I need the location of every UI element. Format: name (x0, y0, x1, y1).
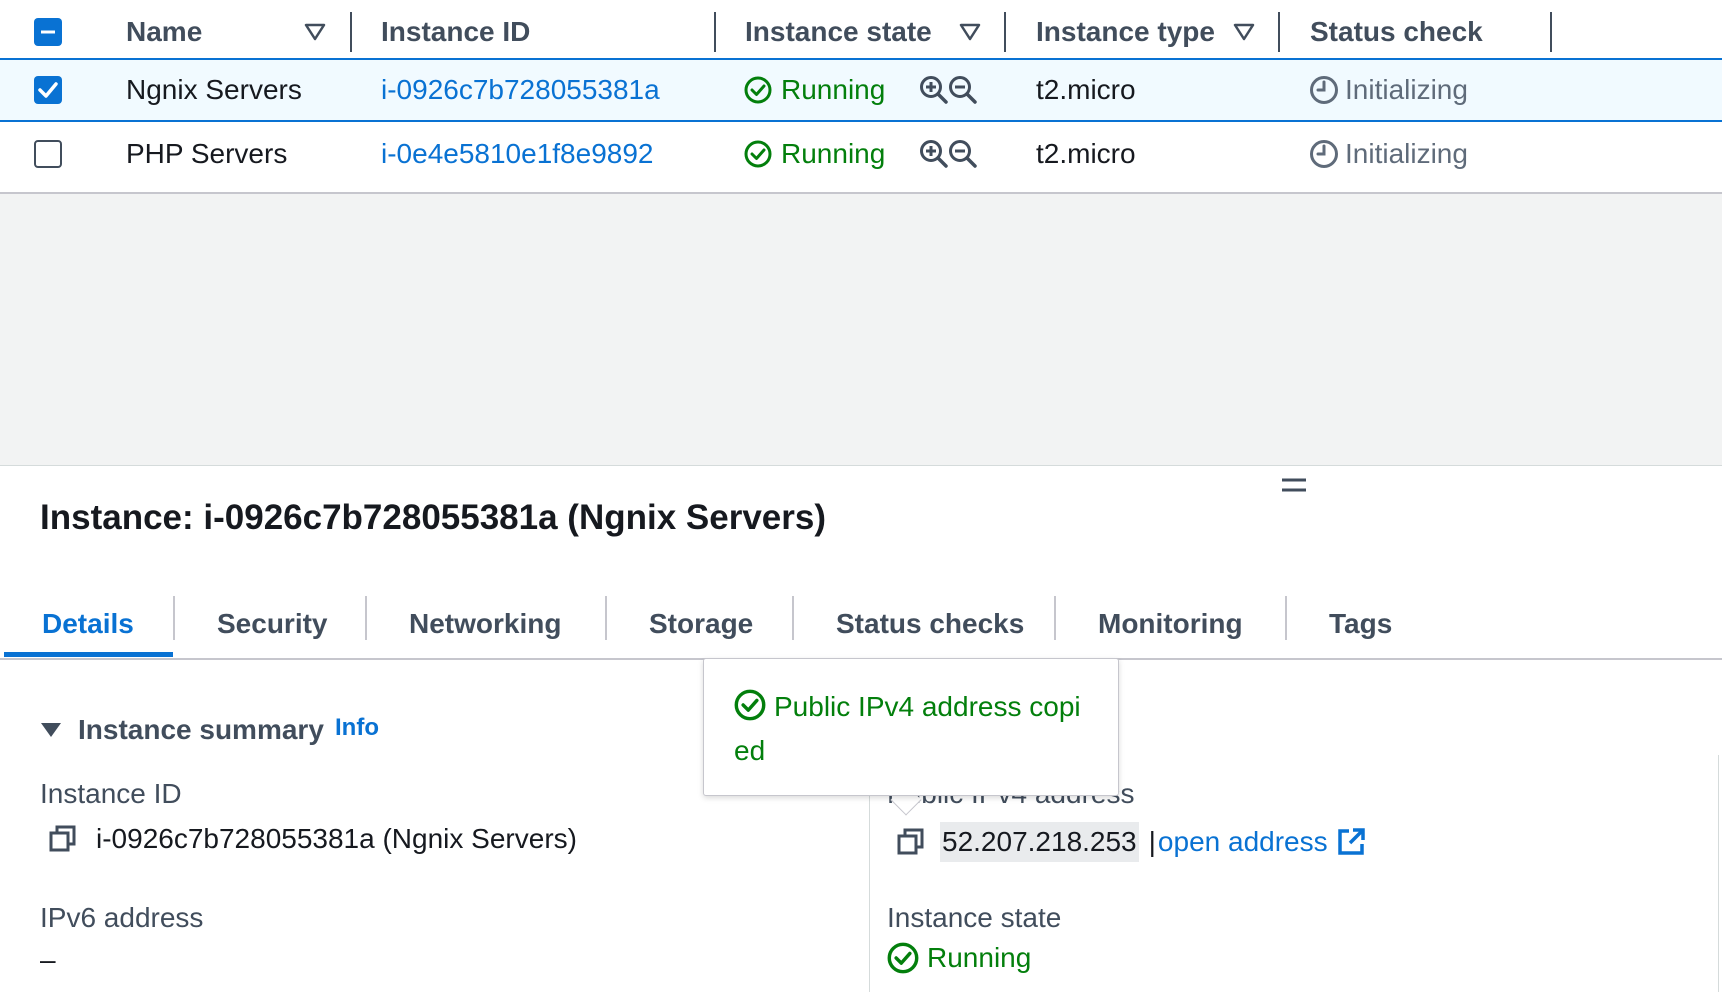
separator: | (1148, 826, 1156, 857)
tab-divider (365, 596, 367, 640)
instances-table: Name Instance ID Instance state Instance… (0, 0, 1722, 194)
column-divider (1718, 755, 1719, 992)
public-ipv4-value-row: 52.207.218.253 | open address (896, 820, 1366, 864)
instance-summary-toggle[interactable]: Instance summary (40, 710, 324, 750)
column-header-instance-type[interactable]: Instance type (1036, 0, 1215, 64)
tab-divider (1285, 596, 1287, 640)
tab-security[interactable]: Security (217, 590, 328, 658)
select-all-checkbox[interactable] (34, 18, 62, 46)
row-checkbox[interactable] (34, 140, 62, 168)
clock-icon (1310, 140, 1338, 168)
tab-networking[interactable]: Networking (409, 590, 561, 658)
zoom-out-icon[interactable] (948, 139, 978, 169)
column-resizer[interactable] (1004, 12, 1006, 52)
row-checkbox[interactable] (34, 76, 62, 104)
table-row[interactable]: PHP Servers i-0e4e5810e1f8e9892 Running … (0, 124, 1722, 188)
tab-storage[interactable]: Storage (649, 590, 753, 658)
instance-name: Ngnix Servers (126, 74, 302, 105)
tab-divider (173, 596, 175, 640)
panel-title: Instance: i-0926c7b728055381a (Ngnix Ser… (40, 498, 827, 537)
instance-state: Running (781, 74, 886, 105)
info-link[interactable]: Info (335, 714, 379, 742)
caret-down-icon (41, 723, 61, 737)
instance-id-link[interactable]: i-0e4e5810e1f8e9892 (381, 124, 653, 184)
copied-popover: Public IPv4 address copied (703, 658, 1119, 796)
public-ipv4-value: 52.207.218.253 (940, 822, 1139, 862)
ipv6-value: – (40, 944, 56, 975)
instance-type: t2.micro (1036, 138, 1136, 169)
zoom-in-icon[interactable] (919, 75, 949, 105)
check-circle-icon (887, 942, 919, 974)
external-link-icon[interactable] (1336, 827, 1366, 857)
zoom-in-icon[interactable] (919, 139, 949, 169)
tab-tags[interactable]: Tags (1329, 590, 1392, 658)
active-tab-indicator (4, 652, 173, 657)
table-empty-area (0, 194, 1722, 466)
instance-name: PHP Servers (126, 138, 288, 169)
instance-type: t2.micro (1036, 74, 1136, 105)
copy-icon[interactable] (896, 827, 926, 857)
column-header-instance-id[interactable]: Instance ID (381, 0, 530, 64)
instance-id-link[interactable]: i-0926c7b728055381a (381, 60, 660, 120)
column-header-name[interactable]: Name (126, 0, 202, 64)
column-resizer[interactable] (350, 12, 352, 52)
instance-state-label: Instance state (887, 902, 1062, 933)
column-resizer[interactable] (714, 12, 716, 52)
status-check: Initializing (1345, 138, 1468, 169)
copy-icon[interactable] (48, 824, 78, 854)
table-header: Name Instance ID Instance state Instance… (0, 0, 1722, 64)
column-resizer[interactable] (1278, 12, 1280, 52)
instance-id-value: i-0926c7b728055381a (Ngnix Servers) (96, 823, 577, 854)
tab-divider (1054, 596, 1056, 640)
instance-id-value-row: i-0926c7b728055381a (Ngnix Servers) (48, 820, 577, 858)
check-circle-icon (744, 140, 772, 168)
section-title: Instance summary (78, 714, 324, 745)
instance-state-value: Running (927, 942, 1032, 973)
zoom-out-icon[interactable] (948, 75, 978, 105)
resize-handle-icon[interactable] (1282, 478, 1306, 492)
instance-state-value-row: Running (887, 942, 1031, 974)
tab-details[interactable]: Details (42, 590, 134, 658)
sort-down-icon[interactable] (1233, 22, 1255, 42)
instance-state: Running (781, 138, 886, 169)
tab-divider (605, 596, 607, 640)
column-header-status-check[interactable]: Status check (1310, 0, 1483, 64)
sort-down-icon[interactable] (304, 22, 326, 42)
tab-divider (792, 596, 794, 640)
table-row[interactable]: Ngnix Servers i-0926c7b728055381a Runnin… (0, 58, 1722, 122)
ipv6-label: IPv6 address (40, 902, 204, 933)
check-circle-icon (744, 76, 772, 104)
open-address-link[interactable]: open address (1158, 826, 1328, 858)
clock-icon (1310, 76, 1338, 104)
popover-message: Public IPv4 address copied (734, 691, 1081, 766)
tab-list: Details Security Networking Storage Stat… (0, 590, 1722, 660)
column-header-instance-state[interactable]: Instance state (745, 0, 932, 64)
instance-id-label: Instance ID (40, 778, 182, 809)
sort-down-icon[interactable] (959, 22, 981, 42)
column-resizer[interactable] (1550, 12, 1552, 52)
status-check: Initializing (1345, 74, 1468, 105)
tab-status-checks[interactable]: Status checks (836, 590, 1024, 658)
tab-monitoring[interactable]: Monitoring (1098, 590, 1243, 658)
